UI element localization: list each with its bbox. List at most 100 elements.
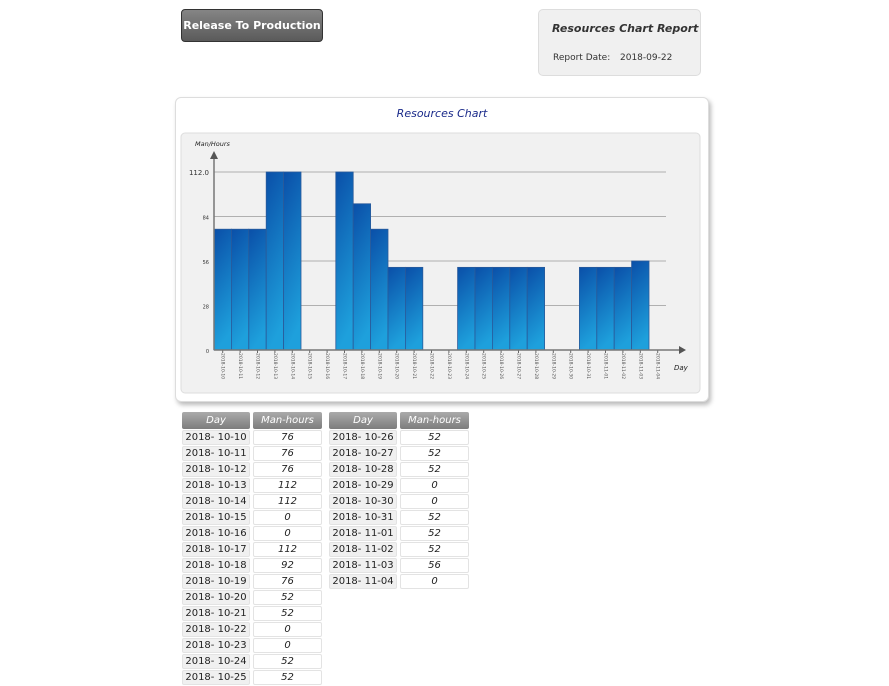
man-hours-cell: 92 — [253, 558, 322, 573]
x-tick-label: 2018-10-19 — [376, 353, 382, 379]
y-tick-label: 0 — [206, 349, 209, 355]
day-cell: 2018- 10-14 — [182, 494, 250, 509]
man-hours-cell: 112 — [253, 542, 322, 557]
table-row: 2018- 10-14 112 — [182, 494, 322, 509]
x-tick-label: 2018-10-21 — [411, 353, 417, 379]
man-hours-cell: 0 — [253, 510, 322, 525]
x-tick-label: 2018-11-03 — [637, 353, 643, 379]
day-cell: 2018- 10-26 — [329, 430, 397, 445]
table-row: 2018- 10-31 52 — [329, 510, 469, 525]
man-hours-cell: 52 — [400, 430, 469, 445]
man-hours-cell: 52 — [253, 606, 322, 621]
man-hours-cell: 112 — [253, 494, 322, 509]
man-hours-cell: 52 — [400, 446, 469, 461]
x-tick-label: 2018-10-26 — [498, 353, 504, 379]
bar — [230, 228, 250, 351]
y-tick-label: 112.0 — [189, 169, 209, 177]
x-tick-label: 2018-11-02 — [620, 353, 626, 379]
column-header: Man-hours — [253, 412, 322, 429]
day-cell: 2018- 10-11 — [182, 446, 250, 461]
table-row: 2018- 10-15 0 — [182, 510, 322, 525]
table-row: 2018- 11-04 0 — [329, 574, 469, 589]
y-tick-label: 84 — [203, 216, 209, 222]
y-axis-label: Man/Hours — [195, 140, 231, 148]
x-tick-label: 2018-10-22 — [429, 353, 435, 379]
day-cell: 2018- 11-01 — [329, 526, 397, 541]
table-row: 2018- 11-03 56 — [329, 558, 469, 573]
bar — [613, 266, 633, 351]
table-row: 2018- 10-19 76 — [182, 574, 322, 589]
day-cell: 2018- 11-03 — [329, 558, 397, 573]
x-tick-label: 2018-10-30 — [568, 353, 574, 379]
day-cell: 2018- 10-15 — [182, 510, 250, 525]
table-row: 2018- 11-01 52 — [329, 526, 469, 541]
bar — [370, 228, 389, 351]
man-hours-cell: 76 — [253, 574, 322, 589]
day-cell: 2018- 10-31 — [329, 510, 397, 525]
x-axis-label: Day — [674, 364, 689, 372]
x-tick-label: 2018-10-24 — [463, 353, 469, 379]
table-row: 2018- 10-29 0 — [329, 478, 469, 493]
bar — [631, 260, 650, 351]
x-tick-label: 2018-10-28 — [533, 353, 539, 379]
day-cell: 2018- 10-17 — [182, 542, 250, 557]
bar — [457, 266, 476, 351]
table-row: 2018- 10-27 52 — [329, 446, 469, 461]
day-cell: 2018- 10-22 — [182, 622, 250, 637]
data-table-left: Day Man-hours 2018- 10-10 76 2018- 10-11 76 20… — [179, 411, 325, 686]
bar — [213, 228, 232, 351]
x-tick-label: 2018-11-01 — [603, 353, 609, 379]
table-row: 2018- 10-30 0 — [329, 494, 469, 509]
man-hours-cell: 52 — [253, 670, 322, 685]
table-row: 2018- 10-20 52 — [182, 590, 322, 605]
man-hours-cell: 0 — [253, 638, 322, 653]
day-cell: 2018- 10-30 — [329, 494, 397, 509]
bar — [491, 266, 511, 351]
bar — [404, 266, 424, 351]
day-cell: 2018- 10-12 — [182, 462, 250, 477]
day-cell: 2018- 10-19 — [182, 574, 250, 589]
bar — [387, 266, 406, 351]
x-tick-label: 2018-10-27 — [516, 353, 522, 379]
x-tick-label: 2018-10-18 — [359, 353, 365, 379]
x-tick-label: 2018-10-10 — [220, 353, 226, 379]
bar — [283, 171, 302, 351]
day-cell: 2018- 10-16 — [182, 526, 250, 541]
x-tick-label: 2018-10-20 — [394, 353, 400, 379]
table-row: 2018- 10-11 76 — [182, 446, 322, 461]
day-cell: 2018- 10-24 — [182, 654, 250, 669]
day-cell: 2018- 10-21 — [182, 606, 250, 621]
x-tick-label: 2018-10-14 — [289, 353, 295, 379]
table-row: 2018- 10-21 52 — [182, 606, 322, 621]
man-hours-cell: 0 — [253, 622, 322, 637]
x-tick-label: 2018-10-25 — [481, 353, 487, 379]
day-cell: 2018- 10-25 — [182, 670, 250, 685]
man-hours-cell: 0 — [253, 526, 322, 541]
bar — [335, 171, 354, 351]
day-cell: 2018- 10-27 — [329, 446, 397, 461]
day-cell: 2018- 10-10 — [182, 430, 250, 445]
man-hours-cell: 76 — [253, 462, 322, 477]
day-cell: 2018- 10-20 — [182, 590, 250, 605]
man-hours-cell: 112 — [253, 478, 322, 493]
table-row: 2018- 11-02 52 — [329, 542, 469, 557]
day-cell: 2018- 11-02 — [329, 542, 397, 557]
table-row: 2018- 10-25 52 — [182, 670, 322, 685]
y-tick-label: 56 — [203, 260, 209, 266]
data-table-right: Day Man-hours 2018- 10-26 52 2018- 10-27 52 20… — [326, 411, 472, 590]
x-tick-label: 2018-10-31 — [585, 353, 591, 379]
day-cell: 2018- 11-04 — [329, 574, 397, 589]
man-hours-cell: 52 — [400, 462, 469, 477]
man-hours-cell: 0 — [400, 494, 469, 509]
bar — [579, 266, 598, 351]
y-tick-label: 28 — [203, 305, 209, 311]
man-hours-cell: 0 — [400, 574, 469, 589]
column-header: Day — [182, 412, 250, 429]
table-row: 2018- 10-10 76 — [182, 430, 322, 445]
man-hours-cell: 52 — [400, 526, 469, 541]
man-hours-cell: 52 — [400, 510, 469, 525]
bar — [509, 266, 528, 351]
man-hours-cell: 76 — [253, 446, 322, 461]
table-row: 2018- 10-18 92 — [182, 558, 322, 573]
x-tick-label: 2018-10-17 — [342, 353, 348, 379]
